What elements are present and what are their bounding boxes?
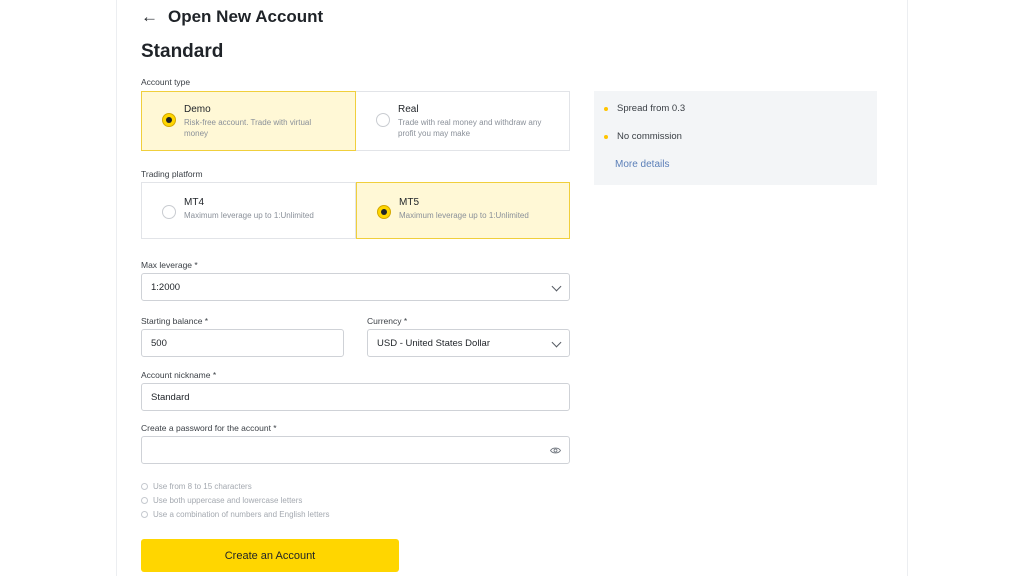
info-item-text: No commission — [617, 131, 682, 142]
account-type-label: Account type — [141, 77, 191, 87]
option-description: Trade with real money and withdraw any — [398, 118, 542, 127]
password-rule-text: Use from 8 to 15 characters — [153, 481, 252, 491]
password-rule: Use from 8 to 15 characters — [141, 479, 330, 493]
create-account-button[interactable]: Create an Account — [141, 539, 399, 572]
nickname-input[interactable]: Standard — [141, 383, 570, 411]
account-type-group: Demo Risk-free account. Trade with virtu… — [141, 91, 570, 151]
radio-empty-icon[interactable] — [162, 205, 176, 219]
max-leverage-label: Max leverage * — [141, 260, 198, 270]
page-title: Open New Account — [168, 7, 324, 26]
circle-icon — [141, 510, 148, 518]
currency-label: Currency * — [367, 316, 408, 326]
trading-platform-label: Trading platform — [141, 169, 203, 179]
eye-icon[interactable] — [550, 446, 561, 455]
max-leverage-select[interactable]: 1:2000 — [141, 273, 570, 301]
starting-balance-input[interactable]: 500 — [141, 329, 344, 357]
max-leverage-value: 1:2000 — [151, 281, 181, 293]
platform-mt5[interactable]: MT5 Maximum leverage up to 1:Unlimited — [356, 182, 570, 239]
option-description: Maximum leverage up to 1:Unlimited — [399, 211, 529, 220]
starting-balance-label: Starting balance * — [141, 316, 209, 326]
circle-icon — [141, 482, 148, 490]
account-type-real[interactable]: Real Trade with real money and withdraw … — [356, 91, 570, 151]
password-rules: Use from 8 to 15 characters Use both upp… — [141, 479, 330, 521]
arrow-left-icon[interactable]: ← — [141, 7, 158, 27]
radio-selected-icon[interactable] — [377, 205, 391, 219]
trading-platform-group: MT4 Maximum leverage up to 1:Unlimited M… — [141, 182, 570, 239]
info-item: No commission — [604, 131, 682, 142]
option-description: money — [184, 129, 209, 138]
password-rule-text: Use both uppercase and lowercase letters — [153, 495, 303, 505]
radio-selected-icon[interactable] — [162, 113, 176, 127]
chevron-down-icon — [551, 337, 562, 348]
option-description: profit you may make — [398, 129, 471, 138]
password-rule: Use a combination of numbers and English… — [141, 507, 330, 521]
bullet-icon — [604, 106, 608, 111]
info-item-text: Spread from 0.3 — [617, 103, 686, 114]
password-rule: Use both uppercase and lowercase letters — [141, 493, 330, 507]
option-title: MT5 — [399, 197, 419, 208]
more-details-link[interactable]: More details — [615, 159, 669, 170]
password-rule-text: Use a combination of numbers and English… — [153, 509, 330, 519]
circle-icon — [141, 496, 148, 504]
option-description: Risk-free account. Trade with virtual — [184, 118, 312, 127]
currency-select[interactable]: USD - United States Dollar — [367, 329, 570, 357]
page-header: ← Open New Account — [141, 7, 323, 27]
chevron-down-icon — [551, 281, 562, 292]
account-type-demo[interactable]: Demo Risk-free account. Trade with virtu… — [141, 91, 356, 151]
password-input[interactable] — [141, 436, 570, 464]
option-title: Real — [398, 104, 419, 115]
account-subtitle: Standard — [141, 41, 224, 62]
option-description: Maximum leverage up to 1:Unlimited — [184, 211, 314, 220]
info-item: Spread from 0.3 — [604, 103, 685, 114]
option-title: Demo — [184, 104, 211, 115]
option-title: MT4 — [184, 197, 204, 208]
nickname-value: Standard — [151, 391, 190, 403]
info-card: Spread from 0.3 No commission More detai… — [594, 91, 877, 185]
nickname-label: Account nickname * — [141, 370, 217, 380]
password-label: Create a password for the account * — [141, 423, 277, 433]
bullet-icon — [604, 134, 608, 139]
currency-value: USD - United States Dollar — [377, 337, 490, 349]
platform-mt4[interactable]: MT4 Maximum leverage up to 1:Unlimited — [141, 182, 356, 239]
radio-empty-icon[interactable] — [376, 113, 390, 127]
starting-balance-value: 500 — [151, 337, 167, 349]
